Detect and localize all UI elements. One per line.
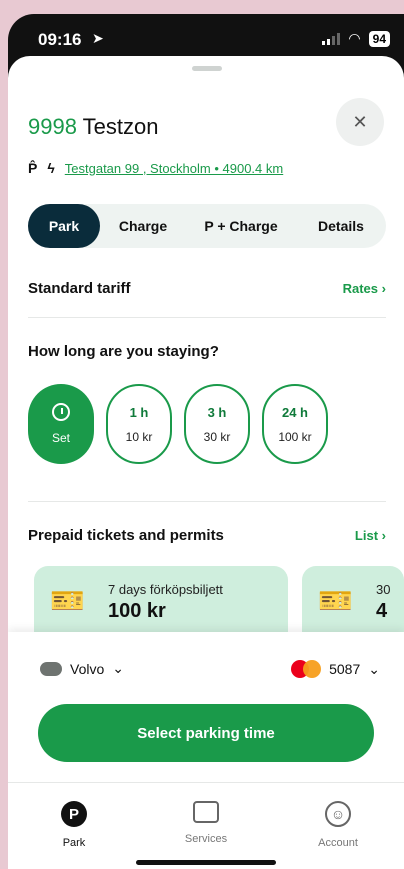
ticket-hand-icon: 🎫 (318, 585, 353, 616)
vehicle-selector[interactable]: Volvo ⌄ (40, 660, 124, 677)
nav-label: Park (62, 837, 86, 849)
duration-hours: 3 h (207, 404, 227, 420)
tariff-label: Standard tariff (28, 280, 131, 297)
list-label: List (354, 528, 379, 543)
duration-options: Set 1 h 10 kr 3 h 30 kr 24 h 100 kr (28, 384, 328, 464)
tariff-row: Standard tariff Rates › (28, 280, 386, 297)
close-icon: ✕ (352, 111, 368, 132)
tab-details[interactable]: Details (296, 204, 386, 248)
divider (28, 501, 386, 502)
battery-indicator: 94 (368, 30, 390, 47)
vehicle-name: Volvo (70, 660, 105, 677)
prepaid-row: Prepaid tickets and permits List › (28, 527, 386, 544)
services-icon (193, 801, 219, 823)
car-icon (40, 661, 62, 676)
zone-info-row: P̂ ϟ Testgatan 99 , Stockholm • 4900.4 k… (28, 160, 283, 176)
ticket-price: 100 kr (108, 600, 166, 622)
park-nav-icon: P (61, 801, 87, 827)
duration-24h-button[interactable]: 24 h 100 kr (262, 384, 328, 464)
duration-hours: 24 h (281, 404, 308, 420)
zone-code: 9998 (28, 114, 77, 139)
duration-price: 100 kr (278, 429, 312, 444)
nav-services[interactable]: Services (140, 783, 272, 869)
duration-hours: 1 h (129, 404, 149, 420)
payment-panel: Volvo ⌄ 5087 ⌄ Select parking time P Par… (8, 632, 404, 869)
rates-label: Rates (342, 281, 379, 296)
duration-price: 30 kr (203, 429, 231, 444)
close-button[interactable]: ✕ (336, 98, 384, 146)
zone-title: 9998 Testzon (28, 114, 159, 140)
set-time-button[interactable]: Set (28, 384, 94, 464)
select-parking-time-button[interactable]: Select parking time (38, 704, 374, 762)
ticket-hand-icon: 🎫 (50, 585, 85, 616)
ticket-name: 30 (376, 582, 391, 597)
ticket-price: 4 (376, 600, 388, 622)
chevron-down-icon: ⌄ (112, 660, 124, 676)
home-indicator (136, 860, 276, 865)
clock-icon (52, 403, 70, 421)
ticket-name: 7 days förköpsbiljett (108, 582, 223, 597)
payment-card-selector[interactable]: 5087 ⌄ (291, 660, 380, 678)
status-bar: 09:16 ➤ ◠ 94 (8, 14, 404, 62)
duration-1h-button[interactable]: 1 h 10 kr (106, 384, 172, 464)
mode-tabs: Park Charge P + Charge Details (28, 204, 386, 248)
duration-question: How long are you staying? (28, 343, 219, 360)
location-arrow-icon: ➤ (92, 30, 104, 46)
nav-label: Account (318, 837, 358, 849)
prepaid-list-link[interactable]: List › (355, 528, 386, 543)
nav-account[interactable]: ☺ Account (272, 783, 404, 869)
chevron-down-icon: ⌄ (368, 660, 380, 677)
chevron-right-icon: › (381, 528, 386, 543)
tab-park-charge[interactable]: P + Charge (186, 204, 296, 248)
nav-label: Services (184, 833, 228, 845)
rates-link[interactable]: Rates › (343, 281, 386, 296)
status-indicators: ◠ 94 (322, 30, 390, 47)
duration-price: 10 kr (125, 429, 153, 444)
prepaid-label: Prepaid tickets and permits (28, 527, 224, 544)
chevron-right-icon: › (381, 281, 386, 296)
account-icon: ☺ (325, 801, 351, 827)
charging-icon: ϟ (47, 160, 55, 176)
divider (28, 317, 386, 318)
tab-park[interactable]: Park (28, 204, 100, 248)
zone-address-link[interactable]: Testgatan 99 , Stockholm • 4900.4 km (65, 161, 283, 176)
card-number: 5087 (329, 661, 361, 677)
bottom-nav: P Park Services ☺ Account (8, 782, 404, 869)
nav-park[interactable]: P Park (8, 783, 140, 869)
signal-icon (322, 32, 341, 45)
zone-name: Testzon (82, 114, 159, 139)
wifi-icon: ◠ (348, 30, 361, 46)
mastercard-icon (291, 660, 322, 678)
tab-charge[interactable]: Charge (100, 204, 186, 248)
duration-3h-button[interactable]: 3 h 30 kr (184, 384, 250, 464)
parking-icon: P̂ (28, 160, 38, 176)
phone-frame: 09:16 ➤ ◠ 94 ✕ 9998 Testzon P̂ ϟ Testgat… (8, 14, 404, 869)
sheet-grabber[interactable] (192, 66, 222, 71)
zone-sheet: ✕ 9998 Testzon P̂ ϟ Testgatan 99 , Stock… (8, 56, 404, 869)
status-time: 09:16 (38, 30, 82, 49)
set-label: Set (51, 431, 70, 445)
